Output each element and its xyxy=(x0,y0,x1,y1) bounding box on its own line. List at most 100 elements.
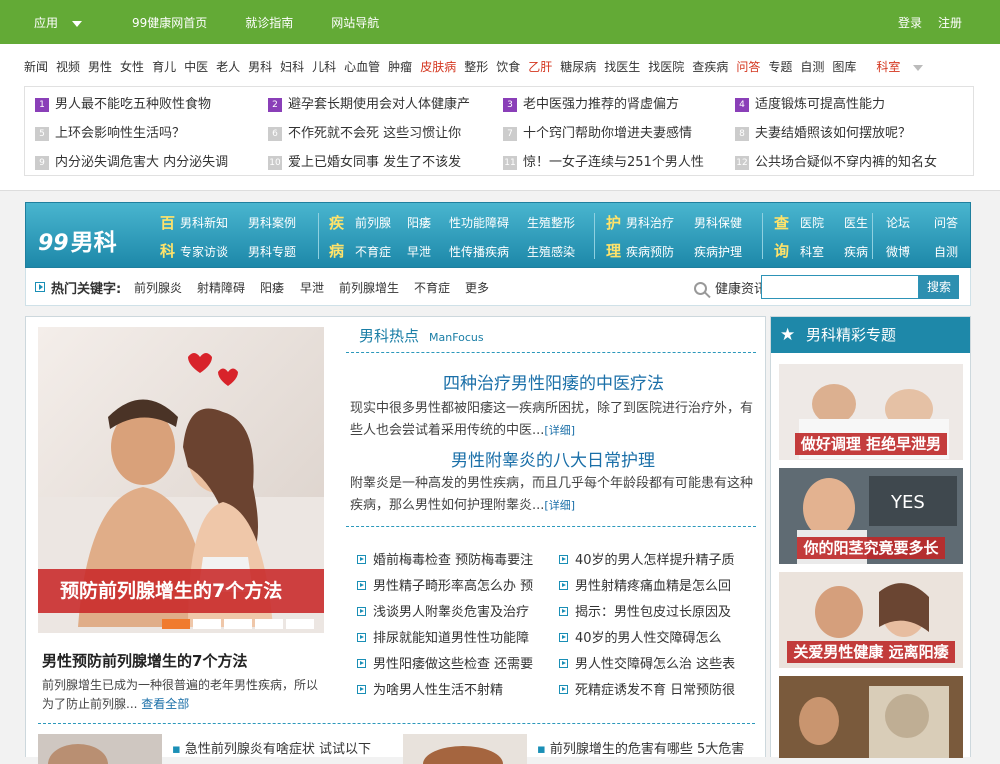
channel-link[interactable]: 问答 xyxy=(736,58,760,75)
hot-list-item[interactable]: 男性阳痿做这些检查 还需要 xyxy=(357,653,533,672)
channel-link[interactable]: 乙肝 xyxy=(528,58,552,75)
hot-list-item[interactable]: 为啥男人性生活不射精 xyxy=(357,679,503,698)
bottom-article-link[interactable]: ▪ 急性前列腺炎有啥症状 试试以下 xyxy=(172,738,371,757)
banner-link[interactable]: 性功能障碍 xyxy=(449,214,509,231)
banner-link[interactable]: 性传播疾病 xyxy=(449,243,509,260)
channel-link[interactable]: 儿科 xyxy=(312,58,336,75)
article-more-link[interactable]: [详细] xyxy=(544,499,575,512)
article-thumbnail[interactable] xyxy=(403,734,527,764)
feature-more-link[interactable]: 查看全部 xyxy=(141,697,189,711)
banner-link[interactable]: 不育症 xyxy=(355,243,391,260)
channel-link[interactable]: 中医 xyxy=(184,58,208,75)
channel-link[interactable]: 自测 xyxy=(800,58,824,75)
banner-link[interactable]: 阳痿 xyxy=(407,214,431,231)
banner-link[interactable]: 科室 xyxy=(800,243,824,260)
bottom-article-link[interactable]: ▪ 前列腺增生的危害有哪些 5大危害 xyxy=(537,738,744,757)
channel-link[interactable]: 妇科 xyxy=(280,58,304,75)
hot-list-item[interactable]: 揭示：男性包皮过长原因及 xyxy=(559,601,731,620)
topic-card[interactable]: YES 你的阳茎究竟要多长 xyxy=(779,468,963,564)
keyword-link[interactable]: 前列腺增生 xyxy=(339,279,399,296)
banner-link[interactable]: 生殖感染 xyxy=(527,243,575,260)
nav-guide-link[interactable]: 就诊指南 xyxy=(245,14,293,31)
register-link[interactable]: 注册 xyxy=(938,14,962,31)
channel-link[interactable]: 育儿 xyxy=(152,58,176,75)
banner-link[interactable]: 疾病 xyxy=(844,243,868,260)
banner-link[interactable]: 专家访谈 xyxy=(180,243,228,260)
topic-card[interactable]: 关爱男性健康 远离阳痿 xyxy=(779,572,963,668)
headline-link[interactable]: 11 惊！一女子连续与251个男人性 xyxy=(503,151,704,170)
headline-link[interactable]: 12 公共场合疑似不穿内裤的知名女 xyxy=(735,151,937,170)
banner-link[interactable]: 自测 xyxy=(934,243,958,260)
banner-link[interactable]: 生殖整形 xyxy=(527,214,575,231)
channel-link[interactable]: 专题 xyxy=(768,58,792,75)
channel-link[interactable]: 视频 xyxy=(56,58,80,75)
keyword-link[interactable]: 早泄 xyxy=(300,279,324,296)
banner-link[interactable]: 疾病预防 xyxy=(626,243,674,260)
keyword-link[interactable]: 前列腺炎 xyxy=(134,279,182,296)
slider-dot[interactable] xyxy=(162,619,190,629)
channel-link[interactable]: 肿瘤 xyxy=(388,58,412,75)
headline-link[interactable]: 4 适度锻炼可提高性能力 xyxy=(735,93,885,112)
search-input[interactable] xyxy=(761,275,919,299)
feature-title[interactable]: 男性预防前列腺增生的7个方法 xyxy=(42,650,247,671)
channel-link[interactable]: 饮食 xyxy=(496,58,520,75)
banner-link[interactable]: 微博 xyxy=(886,243,910,260)
banner-link[interactable]: 医生 xyxy=(844,214,868,231)
channel-link[interactable]: 找医院 xyxy=(648,58,684,75)
headline-link[interactable]: 10 爱上已婚女同事 发生了不该发 xyxy=(268,151,461,170)
channel-link[interactable]: 新闻 xyxy=(24,58,48,75)
banner-link[interactable]: 论坛 xyxy=(886,214,910,231)
hot-list-item[interactable]: 男人性交障碍怎么治 这些表 xyxy=(559,653,735,672)
article-title[interactable]: 四种治疗男性阳痿的中医疗法 xyxy=(443,369,664,394)
nav-sitemap-link[interactable]: 网站导航 xyxy=(331,14,379,31)
hot-list-item[interactable]: 婚前梅毒检查 预防梅毒要注 xyxy=(357,549,533,568)
slider-dot[interactable] xyxy=(224,619,252,629)
slider-dot[interactable] xyxy=(255,619,283,629)
nav-home-link[interactable]: 99健康网首页 xyxy=(132,14,207,31)
keyword-link[interactable]: 阳痿 xyxy=(260,279,284,296)
hot-list-item[interactable]: 40岁的男人性交障碍怎么 xyxy=(559,627,722,646)
article-thumbnail[interactable] xyxy=(38,734,162,764)
hot-list-item[interactable]: 40岁的男人怎样提升精子质 xyxy=(559,549,735,568)
headline-link[interactable]: 6 不作死就不会死 这些习惯让你 xyxy=(268,122,461,141)
search-button[interactable]: 搜索 xyxy=(919,275,959,299)
channel-link[interactable]: 图库 xyxy=(832,58,856,75)
apps-menu[interactable]: 应用 xyxy=(34,14,83,31)
banner-link[interactable]: 男科治疗 xyxy=(626,214,674,231)
banner-link[interactable]: 医院 xyxy=(800,214,824,231)
headline-link[interactable]: 9 内分泌失调危害大 内分泌失调 xyxy=(35,151,228,170)
hot-list-item[interactable]: 死精症诱发不育 日常预防很 xyxy=(559,679,735,698)
channel-more-menu[interactable]: 科室 xyxy=(876,58,931,75)
login-link[interactable]: 登录 xyxy=(898,14,922,31)
banner-link[interactable]: 男科保健 xyxy=(694,214,742,231)
banner-link[interactable]: 疾病护理 xyxy=(694,243,742,260)
channel-link[interactable]: 男科 xyxy=(248,58,272,75)
topic-card[interactable]: 做好调理 拒绝早泄男 xyxy=(779,364,963,460)
hot-list-item[interactable]: 浅谈男人附睾炎危害及治疗 xyxy=(357,601,529,620)
headline-link[interactable]: 3 老中医强力推荐的肾虚偏方 xyxy=(503,93,679,112)
channel-link[interactable]: 糖尿病 xyxy=(560,58,596,75)
slider-dot[interactable] xyxy=(193,619,221,629)
channel-link[interactable]: 查疾病 xyxy=(692,58,728,75)
channel-link[interactable]: 心血管 xyxy=(344,58,380,75)
channel-link[interactable]: 女性 xyxy=(120,58,144,75)
headline-link[interactable]: 8 夫妻结婚照该如何摆放呢？ xyxy=(735,122,911,141)
hot-list-item[interactable]: 男性精子畸形率高怎么办 预 xyxy=(357,575,533,594)
keyword-link[interactable]: 不育症 xyxy=(414,279,450,296)
channel-link[interactable]: 男性 xyxy=(88,58,112,75)
article-more-link[interactable]: [详细] xyxy=(544,424,575,437)
article-title[interactable]: 男性附睾炎的八大日常护理 xyxy=(451,446,655,471)
banner-link[interactable]: 问答 xyxy=(934,214,958,231)
feature-slider[interactable]: 预防前列腺增生的7个方法 xyxy=(38,327,324,633)
banner-link[interactable]: 早泄 xyxy=(407,243,431,260)
hot-list-item[interactable]: 男性射精疼痛血精是怎么回 xyxy=(559,575,731,594)
slider-dot[interactable] xyxy=(286,619,314,629)
headline-link[interactable]: 5 上环会影响性生活吗？ xyxy=(35,122,185,141)
channel-link[interactable]: 整形 xyxy=(464,58,488,75)
banner-link[interactable]: 男科案例 xyxy=(248,214,296,231)
keyword-link[interactable]: 射精障碍 xyxy=(197,279,245,296)
banner-link[interactable]: 前列腺 xyxy=(355,214,391,231)
topic-card[interactable] xyxy=(779,676,963,758)
headline-link[interactable]: 7 十个窍门帮助你增进夫妻感情 xyxy=(503,122,692,141)
keyword-link[interactable]: 更多 xyxy=(465,279,489,296)
